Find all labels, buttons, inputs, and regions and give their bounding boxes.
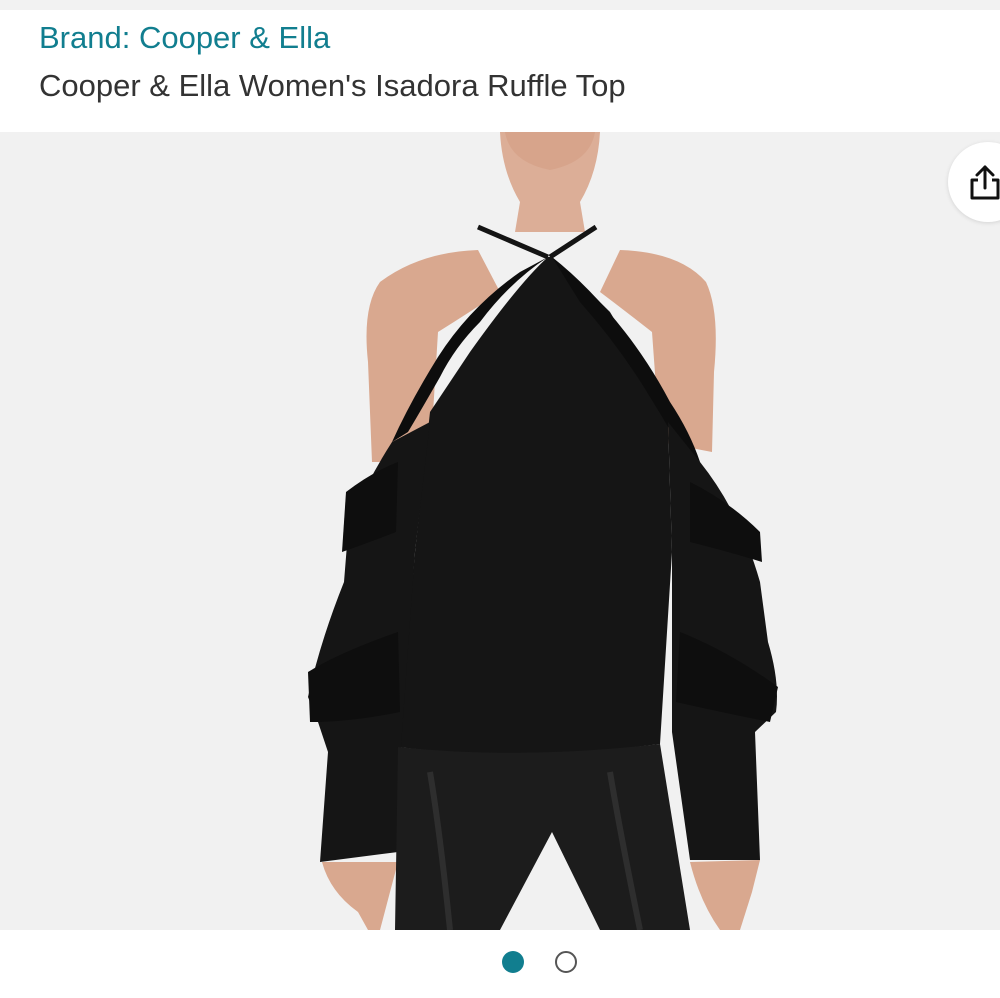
top-strip <box>0 0 1000 10</box>
product-image[interactable] <box>0 132 1000 930</box>
pagination-dot-1[interactable] <box>502 951 524 973</box>
gallery-pagination <box>0 930 1000 998</box>
pagination-dot-2[interactable] <box>555 951 577 973</box>
product-title: Cooper & Ella Women's Isadora Ruffle Top <box>39 68 626 103</box>
brand-link[interactable]: Brand: Cooper & Ella <box>39 20 330 56</box>
image-gallery[interactable] <box>0 132 1000 930</box>
product-header: Brand: Cooper & Ella Cooper & Ella Women… <box>0 10 1000 132</box>
share-icon <box>970 165 1000 200</box>
